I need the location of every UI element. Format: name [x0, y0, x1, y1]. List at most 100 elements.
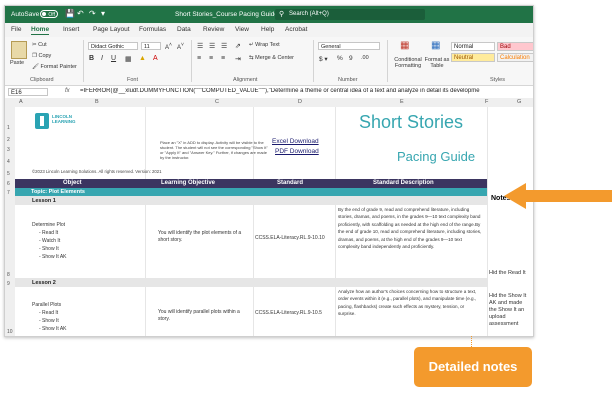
borders-icon[interactable]: ▦	[125, 55, 132, 63]
style-bad[interactable]: Bad	[497, 42, 533, 51]
worksheet[interactable]: LINCOLN LEARNING Place an "X" in ADD to …	[15, 107, 533, 336]
align-middle-icon[interactable]: ☰	[209, 42, 215, 50]
row-header[interactable]: 6	[7, 181, 10, 187]
brush-icon: 🖌	[32, 64, 39, 70]
note-cell[interactable]: Hid the Show It AK and made the Show It …	[489, 293, 531, 328]
save-icon[interactable]: 💾	[65, 9, 75, 18]
column-header-e[interactable]: E	[400, 99, 404, 105]
conditional-formatting-icon[interactable]: ▦	[400, 40, 409, 51]
tab-page-layout[interactable]: Page Layout	[93, 26, 130, 33]
conditional-formatting-button[interactable]: Conditional Formatting	[391, 57, 425, 69]
font-color-icon[interactable]: A	[153, 55, 158, 62]
lesson-item: - Show It AK	[39, 326, 67, 332]
pdf-download-link[interactable]: PDF Download	[275, 148, 319, 155]
shrink-font-icon[interactable]: A˅	[177, 42, 184, 51]
autosave-toggle[interactable]: Off	[40, 10, 58, 18]
course-title: Short Stories	[359, 112, 464, 132]
search-box[interactable]: ⚲ Search (Alt+Q)	[275, 9, 425, 20]
lesson-object: Parallel Plots	[32, 302, 62, 308]
tab-view[interactable]: View	[235, 26, 249, 33]
learning-objective: You will identify parallel plots within …	[158, 309, 240, 322]
tab-home[interactable]: Home	[31, 26, 50, 35]
instructions-text: Place an "X" in ADD to display. Activity…	[160, 140, 268, 160]
row-header[interactable]: 8	[7, 272, 10, 278]
fill-color-icon[interactable]: ▲	[139, 55, 146, 62]
align-center-icon[interactable]: ≡	[209, 55, 213, 62]
autosave-label: AutoSave	[11, 11, 40, 18]
excel-download-link[interactable]: Excel Download	[272, 138, 319, 145]
tab-file[interactable]: File	[11, 26, 21, 33]
note-cell[interactable]: Hid the Read It	[489, 270, 531, 277]
logo-text: LINCOLN LEARNING	[52, 114, 76, 124]
indent-icon[interactable]: ⇥	[235, 55, 241, 63]
quick-access-dropdown-icon[interactable]: ▾	[101, 9, 105, 18]
divider	[313, 40, 314, 82]
orientation-icon[interactable]: ⇗	[235, 42, 241, 50]
comma-icon[interactable]: 9	[349, 55, 353, 62]
tab-insert[interactable]: Insert	[63, 26, 79, 33]
excel-window: AutoSave Off 💾 ↶ ↷ ▾ Short Stories_Cours…	[4, 5, 534, 337]
fx-icon[interactable]: fx	[65, 88, 70, 94]
underline-icon[interactable]: U	[111, 55, 116, 62]
copy-label: Copy	[38, 53, 52, 59]
standard-description: Analyze how an author's choices concerni…	[338, 289, 477, 317]
lesson-item: - Read It	[39, 230, 59, 236]
row-header[interactable]: 7	[7, 190, 10, 196]
column-header-d[interactable]: D	[298, 99, 302, 105]
row-header[interactable]: 1	[7, 125, 10, 131]
bold-icon[interactable]: B	[89, 55, 94, 62]
tab-review[interactable]: Review	[203, 26, 224, 33]
paste-button[interactable]: Paste	[10, 60, 24, 66]
undo-icon[interactable]: ↶	[77, 9, 84, 18]
grow-font-icon[interactable]: A˄	[165, 42, 172, 51]
paste-icon[interactable]	[11, 41, 27, 59]
font-size-select[interactable]: 11	[141, 42, 161, 50]
font-name-select[interactable]: Didact Gothic	[88, 42, 138, 50]
formula-input[interactable]: =IFERROR(@__xludf.DUMMYFUNCTION("""COMPU…	[80, 88, 530, 94]
align-right-icon[interactable]: ≡	[221, 55, 225, 62]
currency-icon[interactable]: $ ▾	[319, 55, 328, 63]
row-header[interactable]: 9	[7, 281, 10, 287]
name-box[interactable]: E16	[8, 88, 48, 96]
annotation-arrow-icon	[504, 183, 612, 209]
style-neutral[interactable]: Neutral	[451, 53, 495, 62]
column-header-f[interactable]: F	[485, 99, 488, 105]
italic-icon[interactable]: I	[101, 55, 103, 62]
column-header-c[interactable]: C	[215, 99, 219, 105]
copy-button[interactable]: ❐ Copy	[32, 53, 51, 59]
decimal-icon[interactable]: .00	[361, 55, 369, 61]
cut-button[interactable]: ✂ Cut	[32, 42, 47, 48]
tab-help[interactable]: Help	[261, 26, 274, 33]
lesson-label: Lesson 2	[32, 280, 56, 286]
format-as-table-icon[interactable]: ▦	[431, 40, 440, 51]
format-painter-button[interactable]: 🖌 Format Painter	[32, 64, 77, 70]
search-icon: ⚲	[279, 11, 285, 18]
tab-acrobat[interactable]: Acrobat	[285, 26, 307, 33]
tab-formulas[interactable]: Formulas	[139, 26, 166, 33]
column-header-b[interactable]: B	[95, 99, 99, 105]
column-header-a[interactable]: A	[19, 99, 23, 105]
number-format-select[interactable]: General	[318, 42, 380, 50]
ribbon-tabs: File Home Insert Page Layout Formulas Da…	[5, 23, 533, 37]
copyright-text: ©2023 Lincoln Learning Solutions. All ri…	[32, 169, 162, 174]
merge-center-button[interactable]: ⇆ Merge & Center	[249, 55, 294, 61]
align-left-icon[interactable]: ≡	[197, 55, 201, 62]
column-header-g[interactable]: G	[517, 99, 521, 105]
styles-group-label: Styles	[490, 77, 505, 83]
row-header[interactable]: 4	[7, 159, 10, 165]
align-bottom-icon[interactable]: ☰	[221, 42, 227, 50]
percent-icon[interactable]: %	[337, 55, 343, 62]
redo-icon[interactable]: ↷	[89, 9, 96, 18]
style-normal[interactable]: Normal	[451, 42, 495, 51]
align-top-icon[interactable]: ☰	[197, 42, 203, 50]
header-standard: Standard	[277, 180, 304, 186]
row-header[interactable]: 5	[7, 171, 10, 177]
row-header[interactable]: 10	[7, 329, 13, 335]
row-header[interactable]: 3	[7, 147, 10, 153]
style-calculation[interactable]: Calculation	[497, 53, 533, 62]
merge-icon: ⇆	[249, 55, 254, 61]
wrap-text-button[interactable]: ↵ Wrap Text	[249, 42, 280, 48]
row-header[interactable]: 2	[7, 137, 10, 143]
tab-data[interactable]: Data	[177, 26, 191, 33]
format-as-table-button[interactable]: Format as Table	[424, 57, 450, 69]
